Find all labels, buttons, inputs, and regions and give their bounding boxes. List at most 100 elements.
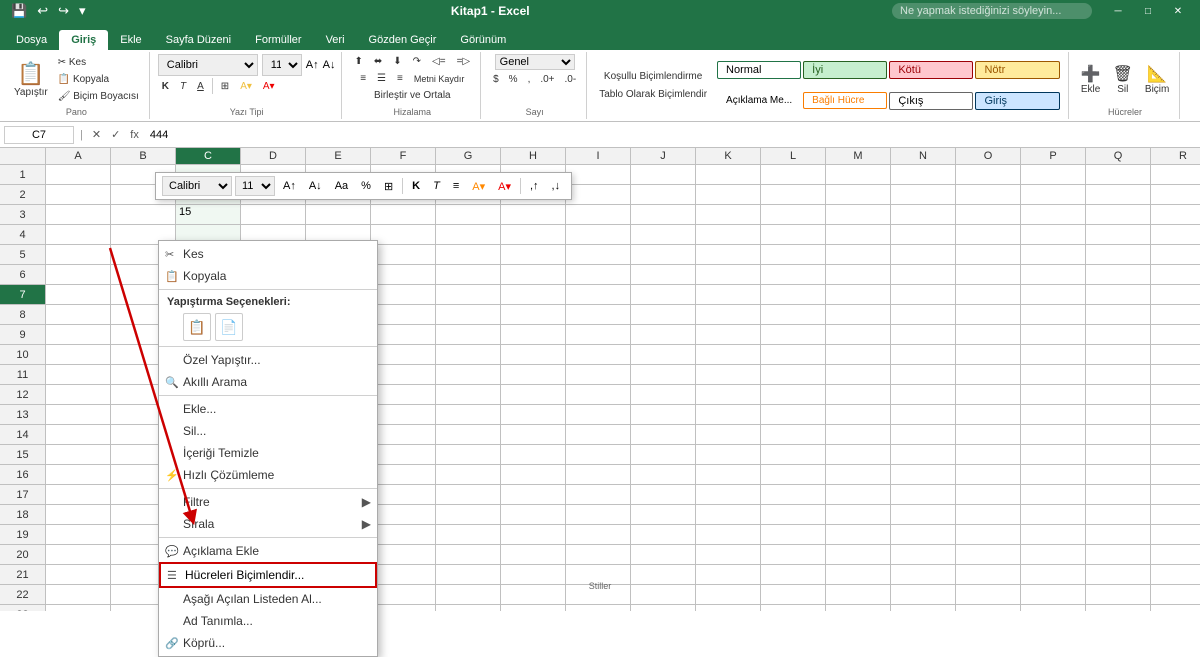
cell-A1[interactable] <box>46 165 111 185</box>
cell-K19[interactable] <box>696 525 761 545</box>
merge-center-button[interactable]: Birleştir ve Ortala <box>370 88 455 103</box>
row-header-21[interactable]: 21 <box>0 565 45 585</box>
cell-K15[interactable] <box>696 445 761 465</box>
cell-Q9[interactable] <box>1086 325 1151 345</box>
format-painter-button[interactable]: 🖌 Biçim Boyacısı <box>54 89 143 104</box>
kosullu-button[interactable]: Koşullu Biçimlendirme <box>595 69 711 84</box>
cell-R20[interactable] <box>1151 545 1200 565</box>
cell-Q18[interactable] <box>1086 505 1151 525</box>
cell-R17[interactable] <box>1151 485 1200 505</box>
cell-Q7[interactable] <box>1086 285 1151 305</box>
indent-inc-button[interactable]: =▷ <box>453 54 475 69</box>
cell-R13[interactable] <box>1151 405 1200 425</box>
decrease-font-btn[interactable]: A↓ <box>323 59 336 71</box>
cell-K17[interactable] <box>696 485 761 505</box>
row-header-19[interactable]: 19 <box>0 525 45 545</box>
cell-J14[interactable] <box>631 425 696 445</box>
cell-O18[interactable] <box>956 505 1021 525</box>
cell-M15[interactable] <box>826 445 891 465</box>
col-header-F[interactable]: F <box>371 148 436 164</box>
ctx-sil[interactable]: Sil... <box>159 420 377 442</box>
cell-A17[interactable] <box>46 485 111 505</box>
cell-K9[interactable] <box>696 325 761 345</box>
cell-N6[interactable] <box>891 265 956 285</box>
cell-N22[interactable] <box>891 585 956 605</box>
cell-L6[interactable] <box>761 265 826 285</box>
tab-gozden-gecir[interactable]: Gözden Geçir <box>357 30 449 50</box>
cell-G18[interactable] <box>436 505 501 525</box>
cell-R7[interactable] <box>1151 285 1200 305</box>
cell-N19[interactable] <box>891 525 956 545</box>
cell-Q17[interactable] <box>1086 485 1151 505</box>
ctx-filtre[interactable]: Filtre ▶ <box>159 491 377 513</box>
cell-F6[interactable] <box>371 265 436 285</box>
cell-R6[interactable] <box>1151 265 1200 285</box>
cell-J10[interactable] <box>631 345 696 365</box>
cell-R23[interactable] <box>1151 605 1200 611</box>
cell-A16[interactable] <box>46 465 111 485</box>
mini-inc-decimal-btn[interactable]: ,↓ <box>547 178 566 194</box>
cell-G12[interactable] <box>436 385 501 405</box>
style-kotu[interactable]: Kötü <box>889 61 973 79</box>
increase-decimal-button[interactable]: .0+ <box>536 72 558 87</box>
cell-L10[interactable] <box>761 345 826 365</box>
cell-M2[interactable] <box>826 185 891 205</box>
cell-A11[interactable] <box>46 365 111 385</box>
cell-Q10[interactable] <box>1086 345 1151 365</box>
cell-G20[interactable] <box>436 545 501 565</box>
tab-sayfa-duzeni[interactable]: Sayfa Düzeni <box>154 30 243 50</box>
cell-N11[interactable] <box>891 365 956 385</box>
text-direction-button[interactable]: ↷ <box>409 54 425 69</box>
cell-O1[interactable] <box>956 165 1021 185</box>
cell-J4[interactable] <box>631 225 696 245</box>
cell-L9[interactable] <box>761 325 826 345</box>
cell-A9[interactable] <box>46 325 111 345</box>
cell-G22[interactable] <box>436 585 501 605</box>
cell-F15[interactable] <box>371 445 436 465</box>
cell-O21[interactable] <box>956 565 1021 585</box>
ctx-ekle[interactable]: Ekle... <box>159 398 377 420</box>
cell-G14[interactable] <box>436 425 501 445</box>
cell-A7[interactable] <box>46 285 111 305</box>
cell-Q16[interactable] <box>1086 465 1151 485</box>
cell-A3[interactable] <box>46 205 111 225</box>
ctx-kopru[interactable]: 🔗 Köprü... <box>159 632 377 654</box>
font-size-selector[interactable]: 11 <box>262 54 302 76</box>
cell-R2[interactable] <box>1151 185 1200 205</box>
maximize-button[interactable]: □ <box>1134 2 1162 20</box>
cell-N4[interactable] <box>891 225 956 245</box>
cell-M13[interactable] <box>826 405 891 425</box>
col-header-K[interactable]: K <box>696 148 761 164</box>
cell-A10[interactable] <box>46 345 111 365</box>
cell-J13[interactable] <box>631 405 696 425</box>
cell-M16[interactable] <box>826 465 891 485</box>
ctx-kopyala[interactable]: 📋 Kopyala <box>159 265 377 287</box>
number-format-selector[interactable]: Genel <box>495 54 575 70</box>
insert-cell-button[interactable]: ➕ Ekle <box>1077 62 1105 97</box>
cell-F12[interactable] <box>371 385 436 405</box>
cell-M10[interactable] <box>826 345 891 365</box>
fill-color-button[interactable]: A▾ <box>236 79 256 94</box>
cell-N16[interactable] <box>891 465 956 485</box>
cell-A14[interactable] <box>46 425 111 445</box>
cell-N13[interactable] <box>891 405 956 425</box>
cell-I15[interactable] <box>566 445 631 465</box>
cell-O13[interactable] <box>956 405 1021 425</box>
cell-F21[interactable] <box>371 565 436 585</box>
col-header-G[interactable]: G <box>436 148 501 164</box>
col-header-I[interactable]: I <box>566 148 631 164</box>
cell-Q13[interactable] <box>1086 405 1151 425</box>
cell-N5[interactable] <box>891 245 956 265</box>
cell-H22[interactable] <box>501 585 566 605</box>
cell-F4[interactable] <box>371 225 436 245</box>
cell-P1[interactable] <box>1021 165 1086 185</box>
cell-G5[interactable] <box>436 245 501 265</box>
cell-I1[interactable] <box>566 165 631 185</box>
cell-R21[interactable] <box>1151 565 1200 585</box>
cell-I9[interactable] <box>566 325 631 345</box>
cell-G23[interactable] <box>436 605 501 611</box>
mini-style-btn[interactable]: Aa <box>330 178 353 194</box>
cell-H18[interactable] <box>501 505 566 525</box>
cell-O8[interactable] <box>956 305 1021 325</box>
cell-M21[interactable] <box>826 565 891 585</box>
